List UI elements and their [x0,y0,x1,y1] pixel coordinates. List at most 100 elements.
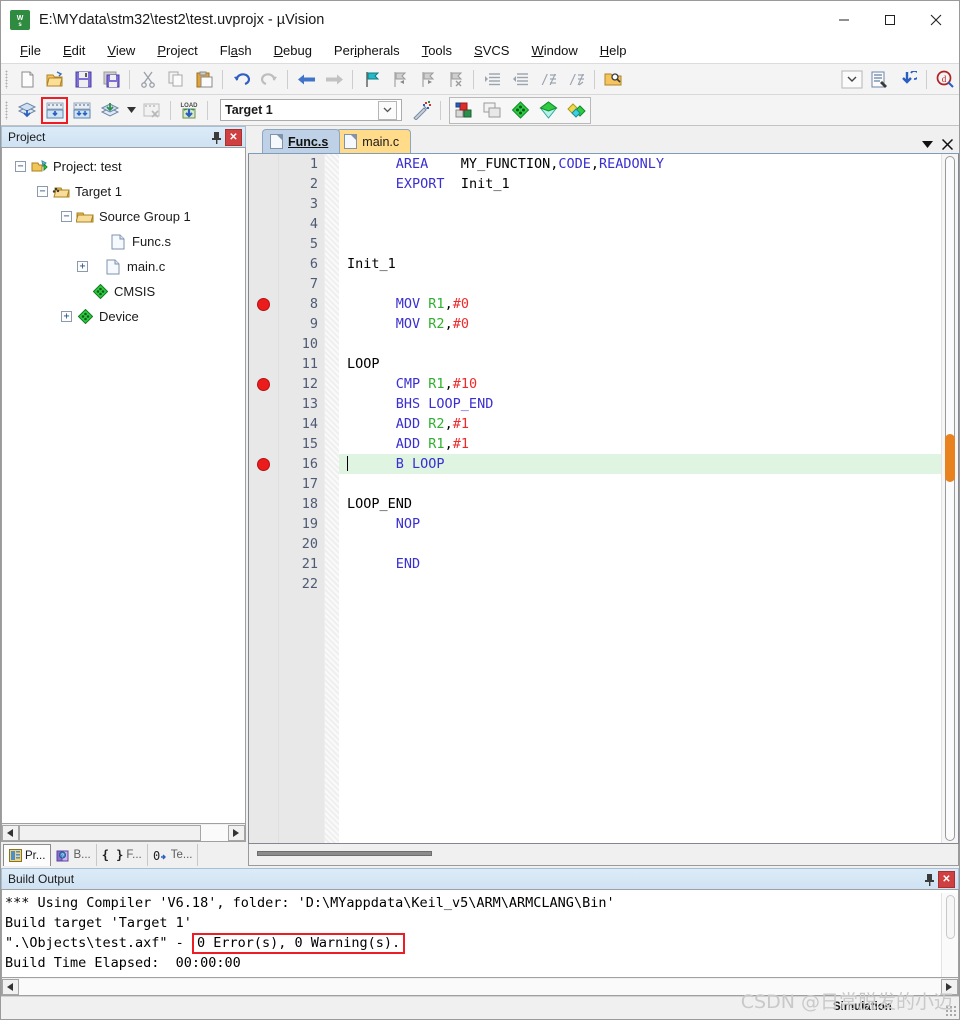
menu-tools[interactable]: Tools [411,40,463,61]
code-line[interactable]: Init_1 [339,254,941,274]
breakpoint-slot[interactable] [249,474,278,494]
breakpoint-gutter[interactable] [249,154,279,843]
cut-icon[interactable] [134,67,162,92]
code-line[interactable] [339,534,941,554]
menu-help[interactable]: Help [589,40,638,61]
breakpoint-slot[interactable] [249,214,278,234]
expander-icon[interactable]: + [77,261,88,272]
stop-build-icon[interactable] [138,98,166,123]
code-text-area[interactable]: AREA MY_FUNCTION,CODE,READONLY EXPORT In… [339,154,941,843]
scrollbar-track[interactable] [19,978,941,995]
code-line[interactable]: ADD R2,#1 [339,414,941,434]
open-file-icon[interactable] [41,67,69,92]
pin-icon[interactable] [921,871,938,888]
debug-start-icon[interactable]: d [931,67,959,92]
copy-icon[interactable] [162,67,190,92]
breakpoint-icon[interactable] [257,458,270,471]
target-selector[interactable]: Target 1 [220,99,402,121]
new-file-icon[interactable] [13,67,41,92]
bookmark-clear-icon[interactable] [441,67,469,92]
build-output-text[interactable]: *** Using Compiler 'V6.18', folder: 'D:\… [1,889,959,978]
bookmark-next-icon[interactable] [413,67,441,92]
expander-icon[interactable]: + [61,311,72,322]
close-icon[interactable]: ✕ [938,870,955,888]
code-line[interactable]: END [339,554,941,574]
tree-item-project[interactable]: − Project: test [2,154,245,179]
bookmark-toggle-icon[interactable] [357,67,385,92]
menu-svcs[interactable]: SVCS [463,40,520,61]
bookmark-prev-icon[interactable] [385,67,413,92]
code-scroll-region[interactable]: 1 2 3 4 5 6 7 8 9 10 11 12 13 14 15 16 17 18 19 20 21 22 AREA… [249,154,941,843]
build-hscrollbar[interactable] [1,978,959,996]
code-line[interactable]: BHS LOOP_END [339,394,941,414]
toolbar-dropdown-icon[interactable] [838,67,866,92]
menu-edit[interactable]: Edit [52,40,96,61]
breakpoint-slot[interactable] [249,454,278,474]
tree-item-cmsis[interactable]: CMSIS [2,279,245,304]
scroll-left-arrow-icon[interactable] [2,824,19,841]
build-icon[interactable] [41,96,68,124]
expander-icon[interactable]: − [15,161,26,172]
forward-icon[interactable] [320,67,348,92]
indent-icon[interactable] [478,67,506,92]
breakpoint-slot[interactable] [249,414,278,434]
save-all-icon[interactable] [97,67,125,92]
breakpoint-slot[interactable] [249,534,278,554]
uncomment-icon[interactable]: // [562,67,590,92]
breakpoint-slot[interactable] [249,234,278,254]
breakpoint-icon[interactable] [257,298,270,311]
scrollbar-thumb[interactable] [257,851,432,856]
batch-build-dropdown-icon[interactable] [124,98,138,123]
menu-project[interactable]: Project [146,40,208,61]
scroll-left-arrow-icon[interactable] [2,978,19,995]
redo-icon[interactable] [255,67,283,92]
options-for-target-icon[interactable] [408,98,436,123]
project-tree[interactable]: − Project: test − Target 1 − Source Grou… [1,147,246,824]
tree-item-device[interactable]: + Device [2,304,245,329]
code-line[interactable]: NOP [339,514,941,534]
breakpoint-icon[interactable] [257,378,270,391]
scroll-right-arrow-icon[interactable] [941,978,958,995]
code-line[interactable]: LOOP [339,354,941,374]
paste-icon[interactable] [190,67,218,92]
resize-grip-icon[interactable] [945,1005,957,1017]
tab-templates[interactable]: 0 Te... [148,844,199,866]
close-icon[interactable] [942,139,953,150]
rebuild-icon[interactable] [68,98,96,123]
scrollbar-track[interactable] [945,156,955,841]
configure-icon[interactable] [866,67,894,92]
close-button[interactable] [913,1,959,38]
code-line[interactable] [339,234,941,254]
code-line[interactable]: MOV R2,#0 [339,314,941,334]
menu-flash[interactable]: Flash [209,40,263,61]
breakpoint-slot[interactable] [249,514,278,534]
breakpoint-slot[interactable] [249,274,278,294]
breakpoint-slot[interactable] [249,194,278,214]
expander-icon[interactable]: − [37,186,48,197]
doc-tab-main-c[interactable]: main.c [336,129,412,153]
scrollbar-track[interactable] [19,824,228,841]
breakpoint-slot[interactable] [249,254,278,274]
code-line[interactable] [339,334,941,354]
multi-diamond-icon[interactable] [562,98,590,123]
tab-books[interactable]: ? B... [51,844,97,866]
breakpoint-slot[interactable] [249,394,278,414]
green-diamond-icon[interactable] [506,98,534,123]
pin-icon[interactable] [208,129,225,146]
breakpoint-slot[interactable] [249,294,278,314]
breakpoint-slot[interactable] [249,434,278,454]
scrollbar-thumb[interactable] [19,824,201,841]
download-icon[interactable] [894,67,922,92]
windows-icon[interactable] [478,98,506,123]
code-line[interactable] [339,274,941,294]
menu-peripherals[interactable]: Peripherals [323,40,411,61]
doc-tab-func-s[interactable]: Func.s [262,129,341,153]
breakpoint-slot[interactable] [249,374,278,394]
back-icon[interactable] [292,67,320,92]
breakpoint-slot[interactable] [249,354,278,374]
code-line[interactable]: EXPORT Init_1 [339,174,941,194]
expander-icon[interactable]: − [61,211,72,222]
code-line[interactable] [339,474,941,494]
tab-project[interactable]: Pr... [3,844,52,866]
code-line[interactable] [339,214,941,234]
